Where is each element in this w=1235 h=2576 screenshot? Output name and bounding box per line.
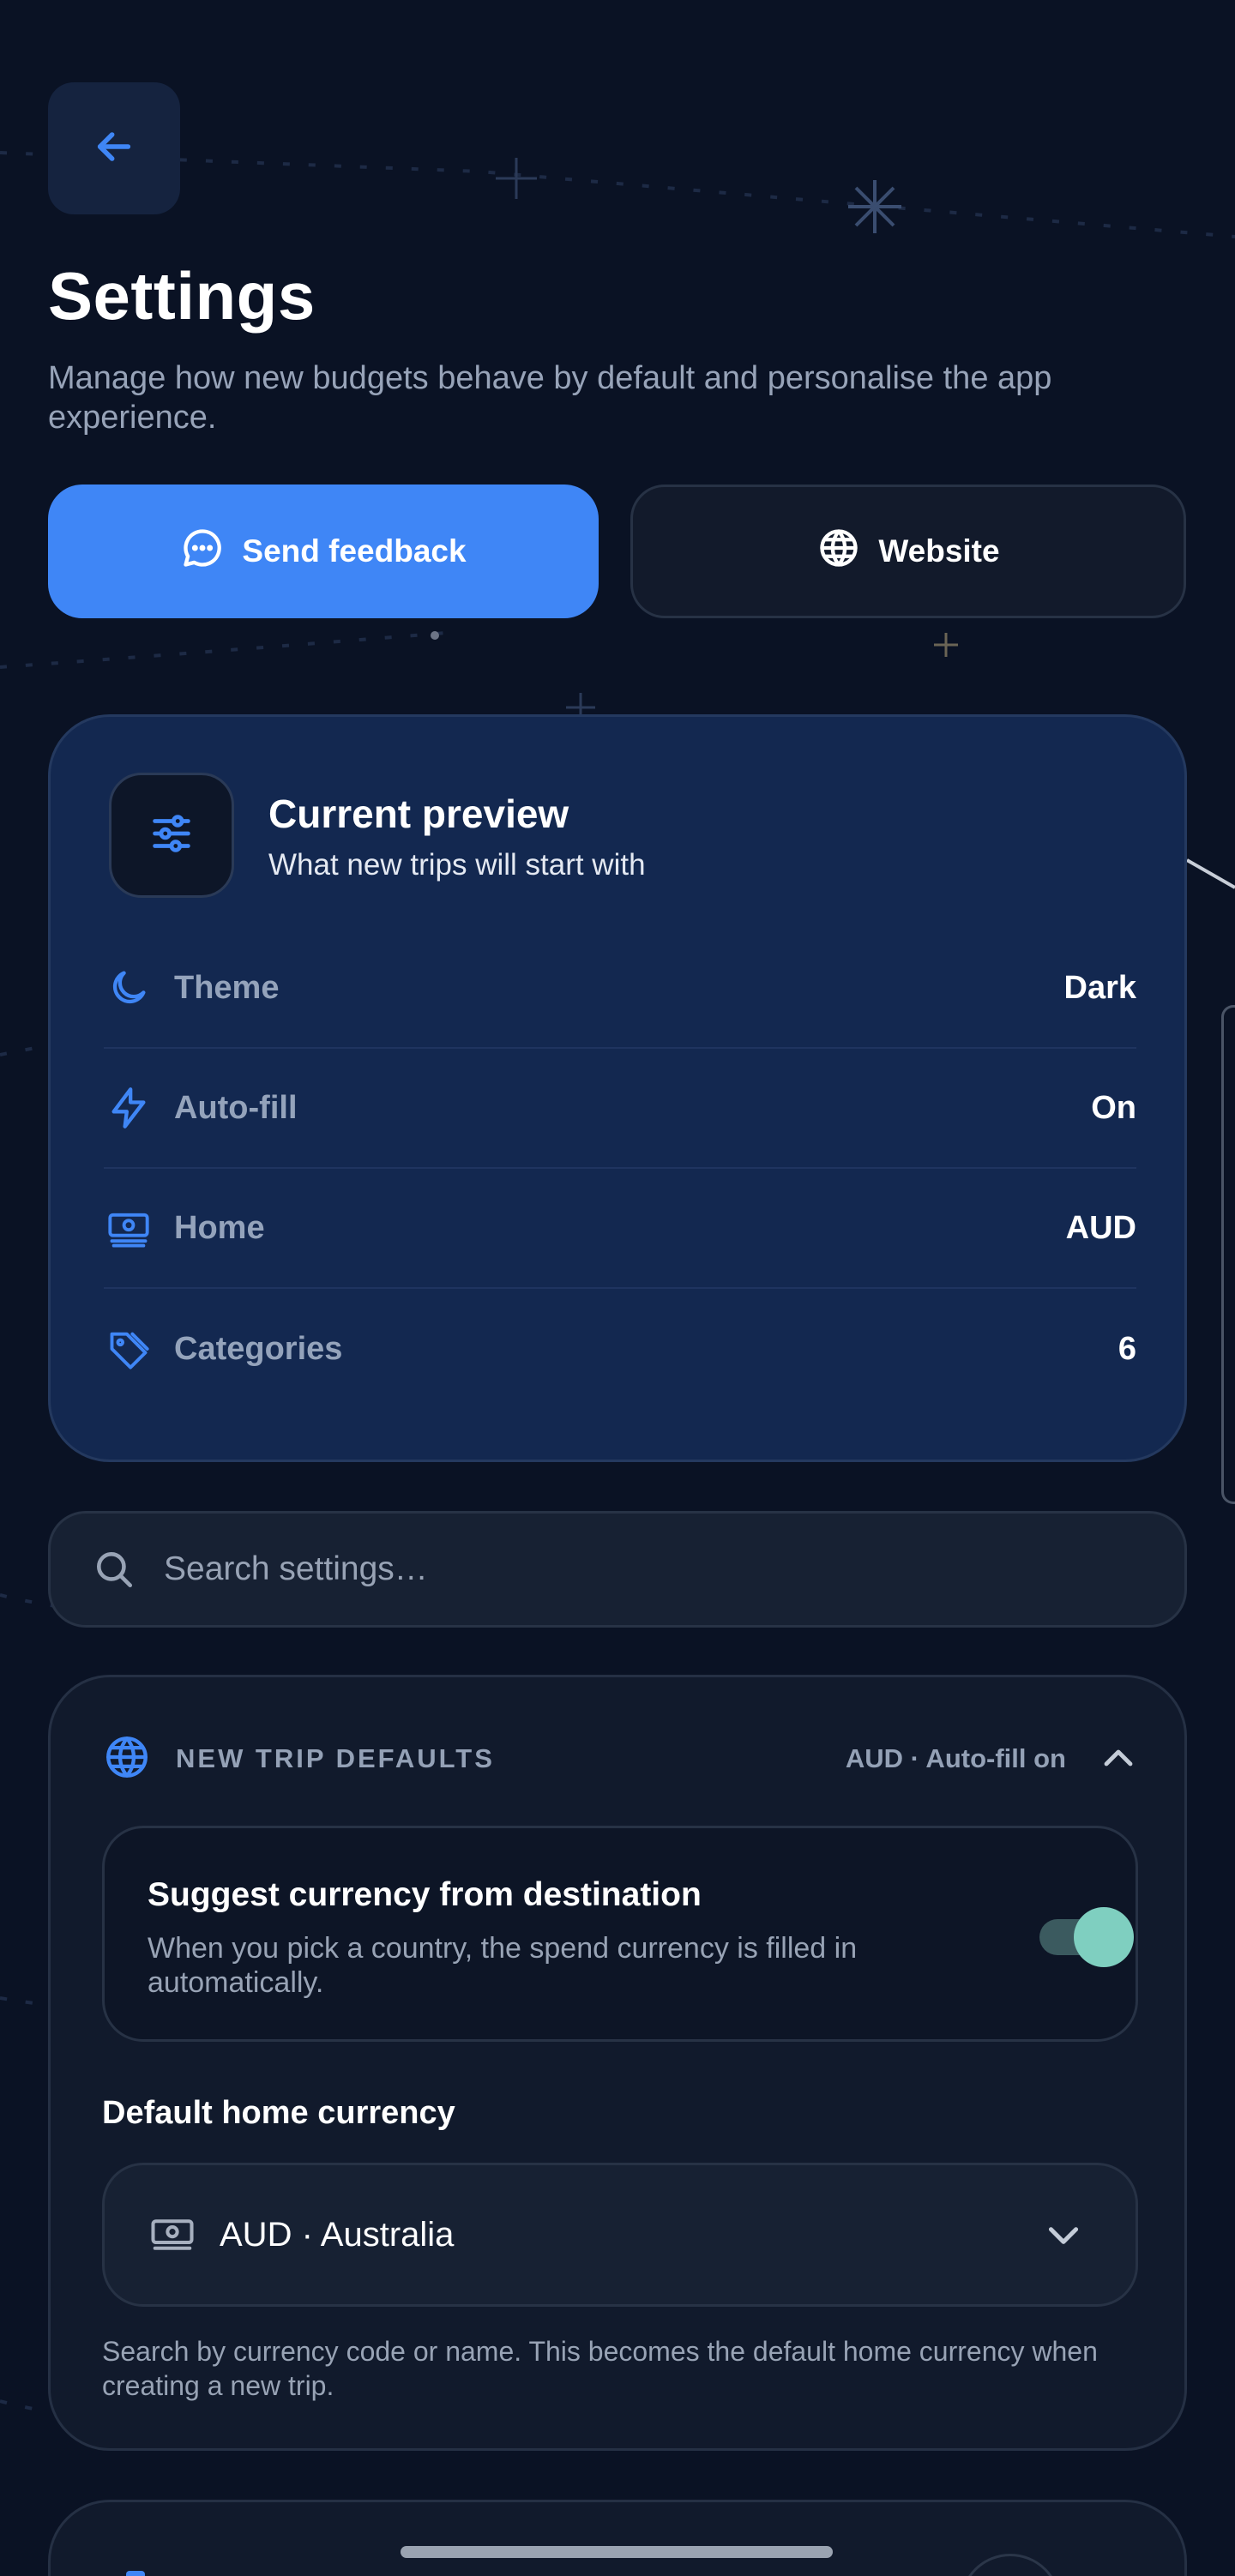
- side-frame: [1221, 1005, 1235, 1504]
- preview-icon-box: [109, 773, 234, 898]
- home-indicator: [401, 2546, 833, 2558]
- preview-row-value: Dark: [1063, 969, 1137, 1006]
- preview-row-categories: Categories 6: [104, 1289, 1136, 1409]
- chevron-down-icon: [1039, 2211, 1087, 2259]
- globe-icon: [816, 526, 861, 578]
- page-title: Settings: [48, 258, 316, 334]
- banknote-icon: [148, 2210, 197, 2260]
- website-label: Website: [878, 533, 1000, 569]
- section-title: NEW TRIP DEFAULTS: [176, 1743, 495, 1773]
- lightning-icon: [104, 1083, 154, 1133]
- chat-bubble-icon: [180, 526, 225, 578]
- suggest-currency-toggle[interactable]: [1039, 1907, 1136, 1967]
- current-preview-card: Current preview What new trips will star…: [48, 714, 1187, 1462]
- preview-row-value: 6: [1118, 1330, 1136, 1367]
- moon-icon: [104, 963, 154, 1013]
- new-trip-defaults-header[interactable]: NEW TRIP DEFAULTS AUD · Auto-fill on: [102, 1730, 1140, 1787]
- search-icon: [90, 1545, 138, 1593]
- globe-icon: [102, 1732, 152, 1786]
- home-currency-value: AUD · Australia: [220, 2215, 455, 2254]
- toggle-knob: [1074, 1907, 1134, 1967]
- preview-row-label: Categories: [174, 1330, 343, 1367]
- sliders-icon: [147, 809, 196, 863]
- preview-row-autofill: Auto-fill On: [104, 1049, 1136, 1169]
- preview-row-value: AUD: [1065, 1209, 1136, 1246]
- arrow-left-icon: [90, 123, 138, 175]
- section-toggle-button[interactable]: [960, 2554, 1061, 2576]
- preview-row-label: Theme: [174, 969, 280, 1006]
- settings-page: Settings Manage how new budgets behave b…: [0, 0, 1235, 2576]
- suggest-currency-setting: Suggest currency from destination When y…: [102, 1826, 1138, 2042]
- send-feedback-button[interactable]: Send feedback: [48, 485, 599, 618]
- preview-subtitle: What new trips will start with: [268, 848, 646, 882]
- send-feedback-label: Send feedback: [242, 533, 467, 569]
- chevron-up-icon[interactable]: [1097, 1737, 1140, 1780]
- tag-icon: [104, 1324, 154, 1374]
- section-summary: AUD · Auto-fill on: [845, 1743, 1066, 1773]
- preview-row-label: Home: [174, 1209, 265, 1246]
- search-field[interactable]: [48, 1511, 1187, 1628]
- back-button[interactable]: [48, 82, 180, 214]
- home-currency-label: Default home currency: [102, 2095, 455, 2131]
- suggest-currency-description: When you pick a country, the spend curre…: [148, 1932, 858, 1999]
- page-subtitle: Manage how new budgets behave by default…: [48, 360, 1052, 436]
- preview-row-theme: Theme Dark: [104, 929, 1136, 1049]
- new-trip-defaults-card: NEW TRIP DEFAULTS AUD · Auto-fill on Sug…: [48, 1675, 1187, 2451]
- next-section-card: [48, 2500, 1187, 2576]
- website-button[interactable]: Website: [630, 485, 1186, 618]
- suggest-currency-title: Suggest currency from destination: [148, 1876, 702, 1913]
- search-input[interactable]: [164, 1535, 1107, 1604]
- home-currency-help: Search by currency code or name. This be…: [102, 2336, 1098, 2401]
- home-currency-select[interactable]: AUD · Australia: [102, 2163, 1138, 2307]
- preview-row-value: On: [1091, 1089, 1136, 1126]
- preview-row-label: Auto-fill: [174, 1089, 298, 1126]
- banknote-icon: [104, 1203, 154, 1253]
- section-icon: [126, 2571, 145, 2576]
- preview-row-home: Home AUD: [104, 1169, 1136, 1289]
- preview-title: Current preview: [268, 791, 569, 836]
